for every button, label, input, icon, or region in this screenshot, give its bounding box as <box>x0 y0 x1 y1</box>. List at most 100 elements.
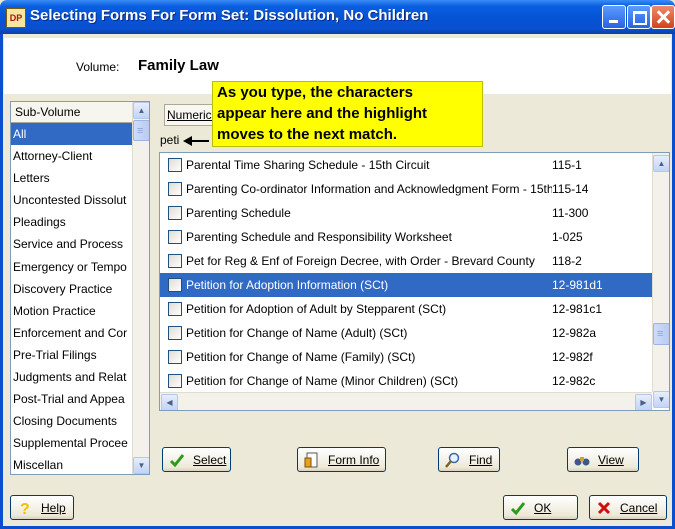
subvolume-item[interactable]: Service and Process <box>11 233 133 255</box>
form-name: Parenting Co-ordinator Information and A… <box>186 182 552 196</box>
form-row[interactable]: Parental Time Sharing Schedule - 15th Ci… <box>160 153 652 177</box>
form-row[interactable]: Petition for Adoption of Adult by Steppa… <box>160 297 652 321</box>
volume-value: Family Law <box>138 57 219 74</box>
subvolume-item[interactable]: Letters <box>11 167 133 189</box>
form-name: Petition for Change of Name (Adult) (SCt… <box>186 326 408 340</box>
form-row[interactable]: Parenting Co-ordinator Information and A… <box>160 177 652 201</box>
subvolume-item[interactable]: Supplemental Procee <box>11 432 133 454</box>
subvolume-header: Sub-Volume <box>11 102 149 123</box>
form-checkbox[interactable] <box>168 158 182 172</box>
form-checkbox[interactable] <box>168 206 182 220</box>
callout-line: As you type, the characters <box>217 84 413 101</box>
tip-callout: As you type, the characters appear here … <box>212 81 483 147</box>
form-checkbox[interactable] <box>168 230 182 244</box>
form-checkbox[interactable] <box>168 350 182 364</box>
subvolume-item[interactable]: Judgments and Relat <box>11 366 133 388</box>
scroll-left-icon[interactable]: ◀ <box>161 394 178 410</box>
form-checkbox[interactable] <box>168 254 182 268</box>
subvolume-scrollbar[interactable]: ▲ ▼ <box>132 102 149 474</box>
form-code: 115-1 <box>552 158 582 172</box>
volume-label: Volume: <box>76 60 120 74</box>
red-x-icon <box>597 501 611 515</box>
svg-text:?: ? <box>20 501 30 516</box>
subvolume-item[interactable]: Discovery Practice <box>11 278 133 300</box>
callout-line: moves to the next match. <box>217 126 398 143</box>
form-row[interactable]: Pet for Reg & Enf of Foreign Decree, wit… <box>160 249 652 273</box>
form-info-icon <box>304 452 318 468</box>
form-list[interactable]: Parental Time Sharing Schedule - 15th Ci… <box>159 152 670 411</box>
find-button[interactable]: Find <box>438 447 500 472</box>
callout-line: appear here and the highlight <box>217 105 428 122</box>
subvolume-item[interactable]: Pleadings <box>11 211 133 233</box>
help-icon: ? <box>20 501 30 516</box>
form-checkbox[interactable] <box>168 302 182 316</box>
form-code: 1-025 <box>552 230 583 244</box>
checkmark-icon <box>510 502 526 516</box>
ok-button[interactable]: OK <box>503 495 578 520</box>
view-button[interactable]: View <box>567 447 639 472</box>
maximize-button[interactable] <box>627 5 651 29</box>
form-code: 115-14 <box>552 182 589 196</box>
subvolume-item[interactable]: Uncontested Dissolut <box>11 189 133 211</box>
form-code: 12-981d1 <box>552 278 603 292</box>
scroll-thumb[interactable] <box>133 120 149 141</box>
form-row[interactable]: Petition for Change of Name (Family) (SC… <box>160 345 652 369</box>
scroll-right-icon[interactable]: ▶ <box>635 394 652 410</box>
title-bar: DP Selecting Forms For Form Set: Dissolu… <box>0 0 675 34</box>
form-name: Petition for Change of Name (Family) (SC… <box>186 350 416 364</box>
subvolume-item[interactable]: Enforcement and Cor <box>11 322 133 344</box>
subvolume-item[interactable]: Closing Documents <box>11 410 133 432</box>
form-checkbox[interactable] <box>168 182 182 196</box>
search-typed-text: peti <box>160 133 180 147</box>
subvolume-item[interactable]: Attorney-Client <box>11 145 133 167</box>
form-checkbox[interactable] <box>168 374 182 388</box>
subvolume-item[interactable]: Post-Trial and Appea <box>11 388 133 410</box>
subvolume-item[interactable]: Emergency or Tempo <box>11 256 133 278</box>
minimize-button[interactable] <box>602 5 626 29</box>
form-row[interactable]: Parenting Schedule 11-300 <box>160 201 652 225</box>
form-name: Pet for Reg & Enf of Foreign Decree, wit… <box>186 254 535 268</box>
cancel-button[interactable]: Cancel <box>589 495 667 520</box>
form-row[interactable]: Petition for Change of Name (Adult) (SCt… <box>160 321 652 345</box>
form-name: Parenting Schedule and Responsibility Wo… <box>186 230 452 244</box>
subvolume-item[interactable]: Motion Practice <box>11 300 133 322</box>
form-name: Parental Time Sharing Schedule - 15th Ci… <box>186 158 430 172</box>
form-name: Petition for Adoption of Adult by Steppa… <box>186 302 447 316</box>
magnifier-icon <box>445 452 460 468</box>
help-button[interactable]: ? Help <box>10 495 74 520</box>
form-info-button[interactable]: Form Info <box>297 447 386 472</box>
form-name: Petition for Change of Name (Minor Child… <box>186 374 459 388</box>
search-typed-line: peti <box>160 131 209 149</box>
app-icon: DP <box>6 8 26 28</box>
scroll-thumb[interactable] <box>653 323 669 345</box>
left-arrow-icon <box>182 135 209 146</box>
form-row[interactable]: Petition for Change of Name (Minor Child… <box>160 369 652 393</box>
form-row-selected[interactable]: Petition for Adoption Information (SCt) … <box>160 273 652 297</box>
scroll-down-icon[interactable]: ▼ <box>653 391 669 408</box>
form-row[interactable]: Parenting Schedule and Responsibility Wo… <box>160 225 652 249</box>
scroll-up-icon[interactable]: ▲ <box>653 155 669 172</box>
form-code: 12-981c1 <box>552 302 603 316</box>
form-code: 12-982f <box>552 350 593 364</box>
checkmark-icon <box>169 454 185 468</box>
window-title: Selecting Forms For Form Set: Dissolutio… <box>30 7 429 24</box>
form-list-hscrollbar[interactable]: ◀ ▶ <box>160 392 652 410</box>
form-code: 118-2 <box>552 254 582 268</box>
scroll-up-icon[interactable]: ▲ <box>133 102 149 119</box>
subvolume-item[interactable]: All <box>11 123 133 146</box>
form-code: 12-982c <box>552 374 596 388</box>
close-button[interactable] <box>651 5 675 29</box>
select-button[interactable]: Select <box>162 447 231 472</box>
form-checkbox[interactable] <box>168 326 182 340</box>
form-name: Petition for Adoption Information (SCt) <box>186 278 389 292</box>
subvolume-list[interactable]: Sub-Volume All Attorney-Client Letters U… <box>10 101 150 475</box>
form-code: 12-982a <box>552 326 597 340</box>
form-list-vscrollbar[interactable]: ▲ ▼ <box>652 153 669 408</box>
binoculars-icon <box>574 457 590 466</box>
form-checkbox[interactable] <box>168 278 182 292</box>
subvolume-item[interactable]: Pre-Trial Filings <box>11 344 133 366</box>
form-name: Parenting Schedule <box>186 206 291 220</box>
scroll-down-icon[interactable]: ▼ <box>133 457 149 474</box>
subvolume-item[interactable]: Miscellan <box>11 454 133 474</box>
form-code: 11-300 <box>552 206 589 220</box>
